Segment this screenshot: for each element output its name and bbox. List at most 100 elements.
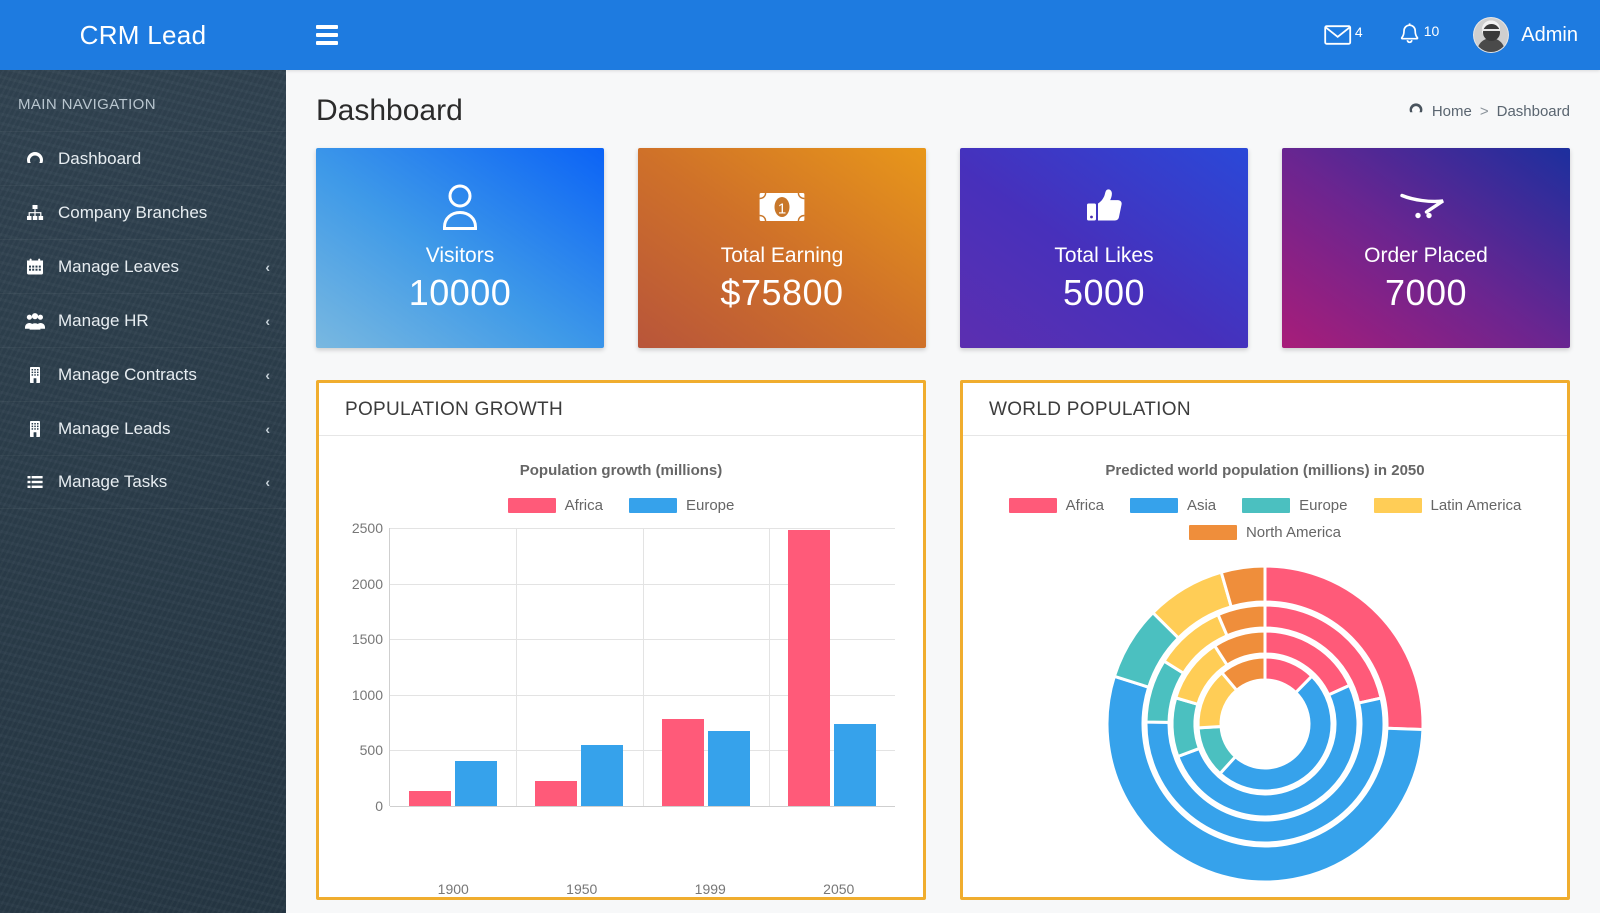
users-icon [22,311,48,331]
x-axis-tick: 1999 [646,871,775,897]
user-icon [437,182,483,232]
sidebar-item-label: Manage HR [58,311,257,331]
legend-label: North America [1246,524,1341,541]
hamburger-icon[interactable] [312,19,342,51]
panel-body: Predicted world population (millions) in… [963,436,1567,897]
sidebar-item-manage-tasks[interactable]: Manage Tasks ‹ [0,455,286,509]
stat-card-value: 10000 [409,272,512,314]
stat-card-order-placed[interactable]: Order Placed 7000 [1282,148,1570,348]
chevron-left-icon[interactable]: ‹ [265,474,270,490]
legend-item-africa[interactable]: Africa [1009,497,1104,514]
gridline [390,806,895,807]
cart-icon [1399,182,1453,232]
donut-segment[interactable] [1172,698,1199,757]
brand-logo[interactable]: CRM Lead [0,0,286,70]
legend-label: Latin America [1431,497,1522,514]
y-axis-tick: 1000 [352,687,383,703]
building-icon [22,419,48,439]
stat-cards: Visitors 10000 1 Total Earning $75800 To… [286,128,1600,348]
topbar: 4 10 Admin [286,0,1600,70]
thumbs-up-icon [1082,182,1126,232]
donut-chart-plot-area [983,555,1547,897]
messages-button[interactable]: 4 [1324,23,1363,47]
bar[interactable] [535,781,577,806]
stat-card-value: 5000 [1063,272,1145,314]
dashboard-icon [1408,101,1424,121]
panel-body: Population growth (millions) Africa Euro… [319,436,923,897]
bar[interactable] [788,530,830,806]
bar-group [769,528,895,806]
y-axis-tick: 2000 [352,576,383,592]
sidebar-item-company-branches[interactable]: Company Branches [0,185,286,239]
bar[interactable] [834,724,876,806]
legend-label: Europe [686,497,734,514]
bar[interactable] [662,719,704,806]
stat-card-value: $75800 [720,272,843,314]
sidebar-item-manage-contracts[interactable]: Manage Contracts ‹ [0,347,286,401]
sidebar-item-label: Manage Leads [58,419,257,439]
panel-world-population: WORLD POPULATION Predicted world populat… [960,380,1570,900]
sidebar-item-manage-leads[interactable]: Manage Leads ‹ [0,401,286,455]
breadcrumb: Home > Dashboard [1408,101,1570,121]
stat-card-visitors[interactable]: Visitors 10000 [316,148,604,348]
app-root: CRM Lead MAIN NAVIGATION Dashboard Compa… [0,0,1600,913]
y-axis-tick: 0 [375,798,383,814]
messages-badge: 4 [1355,25,1363,39]
stat-card-total-earning[interactable]: 1 Total Earning $75800 [638,148,926,348]
bar-group [516,528,642,806]
notifications-button[interactable]: 10 [1397,22,1440,48]
stat-card-label: Order Placed [1364,244,1488,268]
chevron-left-icon[interactable]: ‹ [265,367,270,383]
sidebar-section-title: MAIN NAVIGATION [0,70,286,131]
chevron-left-icon[interactable]: ‹ [265,313,270,329]
bar[interactable] [455,761,497,806]
sidebar-item-manage-leaves[interactable]: Manage Leaves ‹ [0,239,286,293]
x-axis-tick: 2050 [775,871,904,897]
legend-item-europe[interactable]: Europe [1242,497,1347,514]
legend-swatch [1009,498,1057,513]
sidebar-item-label: Manage Tasks [58,472,257,492]
sidebar-item-label: Dashboard [58,149,262,169]
donut-chart[interactable] [1100,559,1430,889]
stat-card-total-likes[interactable]: Total Likes 5000 [960,148,1248,348]
svg-text:1: 1 [778,201,786,218]
stat-card-label: Visitors [426,244,494,268]
brand-title: CRM Lead [80,20,207,51]
legend-swatch [1242,498,1290,513]
legend-item-north-america[interactable]: North America [1189,524,1341,541]
legend-swatch [1189,525,1237,540]
bar-chart-plot-area: 05001000150020002500 [339,528,903,871]
legend-item-latin-america[interactable]: Latin America [1374,497,1522,514]
main-content: 4 10 Admin Dashboard [286,0,1600,913]
legend-swatch [508,498,556,513]
topbar-actions: 4 10 Admin [1324,17,1578,53]
panel-title: POPULATION GROWTH [319,383,923,436]
legend-swatch [629,498,677,513]
chevron-left-icon[interactable]: ‹ [265,421,270,437]
bar-chart-x-axis: 1900195019992050 [389,871,903,897]
legend-swatch [1130,498,1178,513]
legend-item-europe[interactable]: Europe [629,497,734,514]
breadcrumb-home[interactable]: Home [1432,103,1472,120]
sidebar-item-dashboard[interactable]: Dashboard [0,131,286,185]
user-name: Admin [1521,24,1578,47]
legend-item-africa[interactable]: Africa [508,497,603,514]
bar[interactable] [581,745,623,806]
page-header: Dashboard Home > Dashboard [286,70,1600,128]
bar[interactable] [708,731,750,806]
legend-swatch [1374,498,1422,513]
dashboard-icon [22,149,48,169]
sidebar-item-label: Manage Leaves [58,257,257,277]
x-axis-tick: 1950 [518,871,647,897]
bar[interactable] [409,791,451,806]
user-menu[interactable]: Admin [1473,17,1578,53]
sidebar-item-manage-hr[interactable]: Manage HR ‹ [0,293,286,347]
chevron-left-icon[interactable]: ‹ [265,259,270,275]
notifications-badge: 10 [1424,24,1440,38]
legend-item-asia[interactable]: Asia [1130,497,1216,514]
sidebar-item-label: Company Branches [58,203,262,223]
stat-card-value: 7000 [1385,272,1467,314]
envelope-icon [1324,23,1354,47]
stat-card-label: Total Earning [721,244,844,268]
bar-chart-title: Population growth (millions) [339,462,903,479]
